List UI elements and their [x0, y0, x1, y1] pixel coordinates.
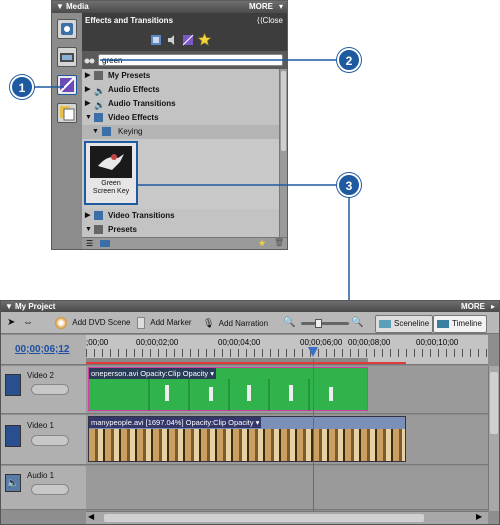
add-narration-label: Add Narration: [218, 319, 269, 328]
track-header-audio-1: 🔈 Audio 1: [1, 466, 86, 510]
ruler-tick-label: ;00;00: [86, 338, 109, 347]
track-audio-1: [86, 466, 488, 510]
time-ruler[interactable]: ;00;00 00;00;02;00 00;00;04;00 00;00;06;…: [86, 335, 488, 365]
clip-oneperson[interactable]: oneperson.avi Opacity:Clip Opacity ▾: [88, 367, 368, 411]
timecode-area: 00;00;06;12: [1, 335, 86, 365]
callout-2: 2: [337, 48, 361, 72]
keyframe-nav[interactable]: [31, 484, 69, 495]
clip-label: manypeople.avi [1697.04%] Opacity:Clip O…: [89, 417, 262, 428]
zoom-slider[interactable]: [301, 319, 349, 328]
add-marker-button[interactable]: Add Marker: [137, 316, 192, 330]
track-header-video-2: Video 2: [1, 366, 86, 414]
more-menu[interactable]: MORE: [461, 301, 485, 312]
ruler-tick-label: 00;00;08;00: [348, 338, 391, 347]
collapse-icon[interactable]: ▼: [5, 301, 13, 312]
render-bar: [86, 362, 406, 364]
video-track-icon[interactable]: [5, 425, 21, 447]
scroll-thumb[interactable]: [104, 514, 424, 522]
ruler-tick-label: 00;00;02;00: [136, 338, 179, 347]
project-toolbar: ➤ ⇔ Add DVD Scene Add Marker 🎙 Add Narra…: [1, 312, 499, 334]
current-timecode[interactable]: 00;00;06;12: [15, 344, 69, 355]
microphone-icon: 🎙: [203, 318, 215, 328]
zoom-in-icon[interactable]: 🔍: [351, 316, 363, 330]
timeline-label: Timeline: [452, 319, 482, 328]
zoom-out-icon[interactable]: 🔍: [283, 316, 295, 330]
audio-track-icon[interactable]: 🔈: [5, 474, 21, 492]
playhead-line: [313, 359, 314, 524]
keyframe-nav[interactable]: [31, 435, 69, 446]
callout-3: 3: [337, 173, 361, 197]
tab-sceneline[interactable]: Sceneline: [375, 315, 433, 333]
add-narration-button[interactable]: 🎙 Add Narration: [203, 316, 268, 330]
ruler-tick-label: 00;00;04;00: [218, 338, 261, 347]
add-dvd-scene-button[interactable]: Add DVD Scene: [55, 316, 131, 330]
project-title: My Project: [15, 302, 56, 311]
track-name: Video 2: [27, 371, 54, 380]
clip-label: oneperson.avi Opacity:Clip Opacity ▾: [89, 368, 216, 379]
ruler-ticks: [86, 349, 488, 357]
timeline-vertical-scrollbar[interactable]: [488, 366, 499, 511]
scroll-left-icon[interactable]: ◀: [88, 512, 94, 521]
dvd-icon: [55, 316, 67, 329]
track-name: Audio 1: [27, 471, 55, 480]
zoom-slider-thumb[interactable]: [315, 319, 322, 328]
track-video-2: oneperson.avi Opacity:Clip Opacity ▾: [86, 366, 488, 414]
ruler-tick-label: 00;00;06;00: [300, 338, 343, 347]
track-name: Video 1: [27, 421, 54, 430]
clip-manypeople[interactable]: manypeople.avi [1697.04%] Opacity:Clip O…: [88, 416, 406, 462]
project-title-bar: ▼ My Project MORE ▸: [1, 301, 499, 312]
scroll-right-icon[interactable]: ▶: [476, 512, 482, 521]
sceneline-label: Sceneline: [394, 319, 430, 328]
track-video-1: manypeople.avi [1697.04%] Opacity:Clip O…: [86, 415, 488, 465]
clip-thumbnails: [148, 379, 333, 411]
ruler-tick-label: 00;00;10;00: [416, 338, 459, 347]
track-header-video-1: Video 1: [1, 415, 86, 465]
tab-timeline[interactable]: Timeline: [433, 315, 487, 333]
sceneline-icon: [379, 319, 391, 328]
clip-thumbnails: [89, 429, 405, 461]
add-marker-label: Add Marker: [150, 318, 192, 327]
time-stretch-tool-icon[interactable]: ⇔: [23, 316, 33, 330]
timeline-icon: [437, 319, 449, 328]
callout-1: 1: [10, 75, 34, 99]
selection-tool-icon[interactable]: ➤: [7, 316, 15, 330]
keyframe-nav[interactable]: [31, 384, 69, 395]
more-arrow-icon[interactable]: ▸: [491, 301, 495, 312]
video-track-icon[interactable]: [5, 374, 21, 396]
scroll-thumb[interactable]: [490, 372, 498, 434]
project-panel: ▼ My Project MORE ▸ ➤ ⇔ Add DVD Scene Ad…: [0, 300, 500, 525]
timeline-horizontal-scrollbar[interactable]: ◀ ▶: [86, 511, 488, 524]
add-dvd-scene-label: Add DVD Scene: [72, 318, 131, 327]
marker-icon: [137, 316, 145, 329]
